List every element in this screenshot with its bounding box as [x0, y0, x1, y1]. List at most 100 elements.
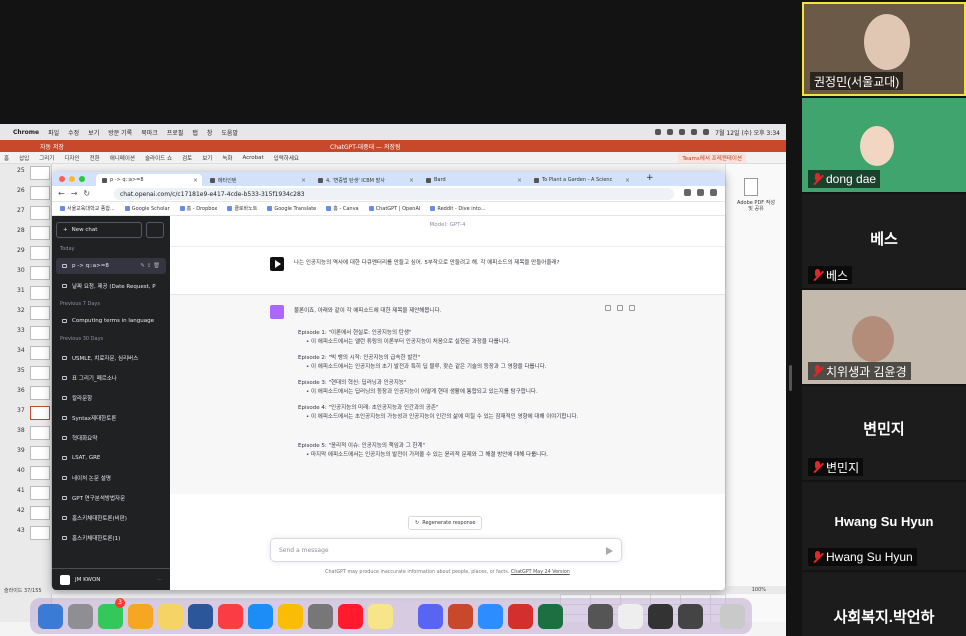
chat-item[interactable]: 칼라문항 — [56, 390, 166, 406]
close-tab-icon[interactable]: × — [193, 177, 198, 184]
new-chat-button[interactable]: + New chat — [56, 222, 142, 238]
chat-item[interactable]: p -> q::a>=8 ✎ ⇪ 🗑 — [56, 258, 166, 274]
regenerate-button[interactable]: ↻ Regenerate response — [408, 516, 483, 530]
url-field[interactable]: chat.openai.com/c/c17181e9-e417-4cde-b53… — [114, 188, 674, 200]
tab-news[interactable]: 4, '변증법 탄생' ICBM 발사 × — [312, 174, 418, 186]
chat-item[interactable]: 표 그리기_폐르소나 — [56, 370, 166, 386]
chat-item[interactable]: 홈스키체대한토론(1) — [56, 530, 166, 546]
more-icon[interactable]: ··· — [157, 577, 162, 583]
bookmark-item[interactable]: Google Scholar — [124, 206, 170, 212]
notes-icon[interactable] — [158, 604, 183, 629]
chat-item[interactable]: 홈스키체대한토론(비판) — [56, 510, 166, 526]
participant-tile[interactable]: Hwang Su Hyun Hwang Su Hyun — [802, 482, 966, 570]
chat-item[interactable]: Computing terms in language — [56, 313, 166, 329]
chrome-icon[interactable] — [278, 604, 303, 629]
sidebar-toggle-icon[interactable] — [146, 222, 164, 238]
status-icon[interactable] — [667, 129, 674, 135]
slide-thumb[interactable]: 25 — [0, 164, 52, 184]
edit-delete-icons[interactable]: ✎ ⇪ 🗑 — [140, 263, 166, 269]
status-icon[interactable] — [655, 129, 662, 135]
extensions-icon[interactable] — [684, 189, 691, 196]
powerpoint-icon[interactable] — [448, 604, 473, 629]
chat-item[interactable]: Syntax제대한토론 — [56, 410, 166, 426]
photos-icon[interactable] — [128, 604, 153, 629]
discord-icon[interactable] — [418, 604, 443, 629]
acrobat-icon[interactable] — [508, 604, 533, 629]
slide-thumb[interactable]: 32 — [0, 304, 52, 324]
message-input[interactable]: Send a message — [270, 538, 622, 562]
close-tab-icon[interactable]: × — [517, 177, 522, 184]
menu-view[interactable]: 보기 — [88, 128, 99, 137]
bookmark-item[interactable]: 홈 - Canva — [326, 205, 359, 212]
trash-icon[interactable] — [720, 604, 745, 629]
ribbon-tab[interactable]: Acrobat — [242, 155, 263, 161]
slide-thumb[interactable]: 34 — [0, 344, 52, 364]
word-icon[interactable] — [188, 604, 213, 629]
pdf-icon[interactable] — [744, 178, 758, 196]
sidebar-icon[interactable] — [697, 189, 704, 196]
menu-profile[interactable]: 프로필 — [167, 128, 184, 137]
tab-garden[interactable]: To Plant a Garden - A Scienc × — [528, 174, 634, 186]
music-icon[interactable] — [218, 604, 243, 629]
ribbon-tab[interactable]: 디자인 — [64, 154, 79, 162]
participant-tile[interactable]: 베스 베스 — [802, 194, 966, 288]
launchpad-icon[interactable] — [68, 604, 93, 629]
send-icon[interactable] — [606, 547, 613, 555]
window-preview-icon[interactable] — [648, 604, 673, 629]
ribbon-search[interactable]: 입력하세요 — [274, 154, 299, 162]
menu-chrome[interactable]: Chrome — [13, 129, 39, 136]
ribbon-tab[interactable]: 삽입 — [19, 154, 29, 162]
chat-item[interactable]: LSAT, GRE — [56, 450, 166, 466]
menu-window[interactable]: 창 — [207, 128, 213, 137]
slide-thumb[interactable]: 30 — [0, 264, 52, 284]
forward-icon[interactable]: → — [71, 189, 78, 198]
profile-icon[interactable] — [710, 189, 717, 196]
ribbon-tab[interactable]: 그리기 — [39, 154, 54, 162]
bookmark-item[interactable]: 클로바노트 — [227, 205, 257, 212]
search-icon[interactable] — [703, 129, 710, 135]
bookmark-item[interactable]: Reddit - Dive into... — [430, 206, 486, 212]
chat-item[interactable]: 네이처 논문 설명 — [56, 470, 166, 486]
chat-item[interactable]: GPT 연구분석방법자문 — [56, 490, 166, 506]
slide-thumb[interactable]: 26 — [0, 184, 52, 204]
chat-item[interactable]: 혁대화요약 — [56, 430, 166, 446]
back-icon[interactable]: ← — [58, 189, 65, 198]
wifi-icon[interactable] — [691, 129, 698, 135]
slide-thumb[interactable]: 35 — [0, 364, 52, 384]
participant-tile[interactable]: 치위생과 김윤경 — [802, 290, 966, 384]
account-menu[interactable]: JM KWON ··· — [52, 568, 170, 590]
slide-thumb[interactable]: 28 — [0, 224, 52, 244]
status-icon[interactable] — [679, 129, 686, 135]
minimize-window-icon[interactable] — [69, 176, 75, 182]
bookmark-item[interactable]: 홈 - Dropbox — [179, 205, 217, 212]
menu-history[interactable]: 방문 기록 — [108, 128, 132, 137]
slide-thumb[interactable]: 42 — [0, 504, 52, 524]
window-preview-icon[interactable] — [678, 604, 703, 629]
autosave-label[interactable]: 자동 저장 — [40, 142, 64, 151]
ribbon-tab[interactable]: 녹화 — [222, 154, 232, 162]
participant-tile[interactable]: dong dae — [802, 98, 966, 192]
tab-bard[interactable]: Bard × — [420, 174, 526, 186]
close-tab-icon[interactable]: × — [409, 177, 414, 184]
ribbon-tab[interactable]: 슬라이드 쇼 — [145, 154, 172, 162]
thumbs-up-icon[interactable] — [617, 305, 623, 311]
menu-bookmarks[interactable]: 북마크 — [141, 128, 158, 137]
tab-meta[interactable]: 메타인텐 × — [204, 174, 310, 186]
ribbon-tab[interactable]: 보기 — [202, 154, 212, 162]
slide-thumb[interactable]: 36 — [0, 384, 52, 404]
close-window-icon[interactable] — [59, 176, 65, 182]
finder-icon[interactable] — [38, 604, 63, 629]
ribbon-tab[interactable]: 검토 — [182, 154, 192, 162]
tab-chatgpt[interactable]: p -> q::a>=8 × — [96, 174, 202, 186]
system-settings-icon[interactable] — [308, 604, 333, 629]
bookmark-item[interactable]: 서울교육대학교 종합... — [60, 205, 115, 212]
window-preview-icon[interactable] — [618, 604, 643, 629]
excel-icon[interactable] — [538, 604, 563, 629]
zoom-window-icon[interactable] — [79, 176, 85, 182]
thumbs-down-icon[interactable] — [629, 305, 635, 311]
slide-thumb[interactable]: 43 — [0, 524, 52, 544]
stickies-icon[interactable] — [368, 604, 393, 629]
version-link[interactable]: ChatGPT May 24 Version — [511, 570, 570, 575]
close-tab-icon[interactable]: × — [301, 177, 306, 184]
chat-item[interactable]: USMLE, 치료자문, 심리버스 — [56, 350, 166, 366]
